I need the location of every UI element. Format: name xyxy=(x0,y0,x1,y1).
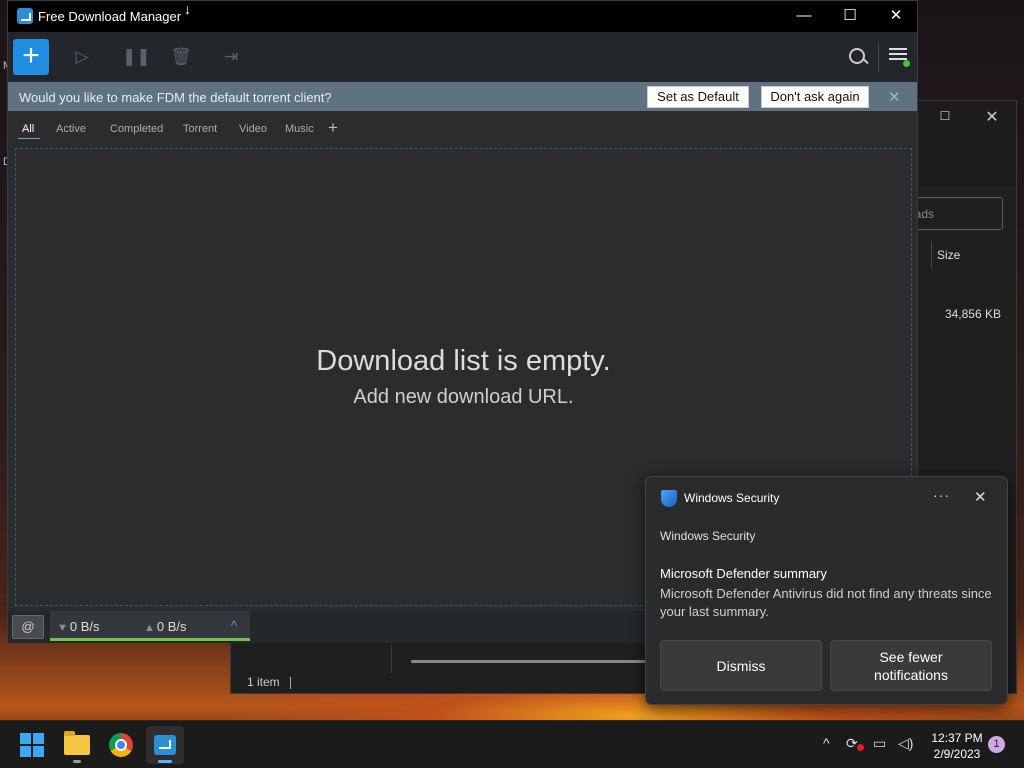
dont-ask-again-button[interactable]: Don't ask again xyxy=(761,86,869,108)
banner-message: Would you like to make FDM the default t… xyxy=(19,90,332,105)
tab-all[interactable]: All xyxy=(17,123,41,139)
banner-close-icon[interactable]: ✕ xyxy=(888,88,901,106)
tab-torrent[interactable]: Torrent xyxy=(183,123,217,135)
chrome-taskbar-button[interactable] xyxy=(102,726,140,764)
file-size-cell: 34,856 KB xyxy=(944,307,1001,321)
trash-icon[interactable]: 🗑 xyxy=(170,46,192,68)
column-header-size[interactable]: Size xyxy=(931,241,1007,269)
clock-date: 2/9/2023 xyxy=(933,747,981,761)
shield-icon xyxy=(661,490,677,507)
tab-video[interactable]: Video xyxy=(239,123,267,135)
default-client-banner: Would you like to make FDM the default t… xyxy=(8,82,917,111)
upload-arrow-icon: ▲ xyxy=(144,622,155,634)
chevron-up-icon[interactable]: ^ xyxy=(231,618,237,633)
upload-speed: ▲ 0 B/s xyxy=(144,619,187,634)
notification-heading: Microsoft Defender summary xyxy=(660,566,827,581)
mouse-cursor-icon: ↓ xyxy=(184,1,191,17)
speed-panel[interactable]: ▼ 0 B/s ▲ 0 B/s ^ xyxy=(50,611,250,641)
minimize-button[interactable]: — xyxy=(781,1,827,32)
download-speed: ▼ 0 B/s xyxy=(57,619,100,634)
notification-count-badge[interactable]: 1 xyxy=(988,736,1005,753)
sync-icon[interactable]: ⟳ xyxy=(846,735,858,752)
title-bar[interactable]: Free Download Manager ↓ — ☐ ✕ xyxy=(8,1,917,32)
start-button[interactable] xyxy=(13,726,51,764)
tab-music[interactable]: Music xyxy=(285,123,314,135)
window-title: Free Download Manager xyxy=(38,9,182,24)
empty-list-subtitle[interactable]: Add new download URL. xyxy=(16,386,911,409)
status-dot xyxy=(903,60,910,67)
explorer-status-bar: 1 item xyxy=(247,675,291,689)
snail-mode-icon[interactable]: @ xyxy=(12,615,44,639)
running-indicator xyxy=(73,760,81,763)
file-explorer-taskbar-button[interactable] xyxy=(58,726,96,764)
close-icon[interactable]: ✕ xyxy=(974,488,987,506)
pane-divider xyxy=(391,645,392,673)
toolbar: + ▷ ❚❚ 🗑 ⇥ xyxy=(8,32,917,82)
download-arrow-icon: ▼ xyxy=(57,622,68,634)
tab-active[interactable]: Active xyxy=(56,123,86,135)
chevron-up-icon[interactable]: ^ xyxy=(823,735,830,751)
speed-bar xyxy=(50,638,250,641)
dismiss-button[interactable]: Dismiss xyxy=(660,640,822,691)
chrome-icon xyxy=(109,733,133,757)
more-options-icon[interactable]: ··· xyxy=(933,487,950,503)
notification-body: Microsoft Defender Antivirus did not fin… xyxy=(660,586,992,619)
toolbar-separator xyxy=(878,42,879,72)
close-button[interactable]: ✕ xyxy=(873,1,919,32)
taskbar: ^ ⟳ ▭ ◁) 12:37 PM 2/9/2023 1 xyxy=(0,720,1024,768)
see-fewer-notifications-button[interactable]: See fewer notifications xyxy=(830,640,992,691)
menu-icon[interactable] xyxy=(889,48,910,67)
fdm-taskbar-button[interactable] xyxy=(146,726,184,764)
upload-speed-value: 0 B/s xyxy=(156,619,187,634)
see-fewer-label-line1: See fewer xyxy=(879,648,943,665)
notification-app-name: Windows Security xyxy=(684,491,780,505)
add-download-button[interactable]: + xyxy=(13,39,49,75)
search-icon[interactable] xyxy=(847,46,869,68)
fdm-icon xyxy=(154,735,176,755)
tab-completed[interactable]: Completed xyxy=(110,123,163,135)
clock-time: 12:37 PM xyxy=(931,731,983,745)
network-icon[interactable]: ▭ xyxy=(873,735,886,752)
move-folder-icon[interactable]: ⇥ xyxy=(220,46,242,68)
item-count: 1 item xyxy=(247,675,280,689)
play-icon[interactable]: ▷ xyxy=(71,46,93,68)
pause-icon[interactable]: ❚❚ xyxy=(122,46,151,68)
status-separator xyxy=(289,676,291,689)
maximize-button[interactable]: ☐ xyxy=(827,1,873,32)
clock[interactable]: 12:37 PM 2/9/2023 xyxy=(922,730,992,762)
set-as-default-button[interactable]: Set as Default xyxy=(647,86,749,108)
folder-icon xyxy=(64,731,90,755)
download-speed-value: 0 B/s xyxy=(69,619,100,634)
see-fewer-label-line2: notifications xyxy=(874,666,948,683)
windows-logo-icon xyxy=(20,733,44,757)
windows-security-notification: Windows Security ··· ✕ Windows Security … xyxy=(645,476,1008,705)
alert-dot xyxy=(857,744,864,751)
close-button[interactable]: ✕ xyxy=(983,107,1001,126)
active-indicator xyxy=(158,760,172,763)
empty-list-title: Download list is empty. xyxy=(316,345,611,377)
add-tab-icon[interactable]: + xyxy=(328,118,338,138)
notification-source: Windows Security xyxy=(660,529,756,543)
maximize-button[interactable]: ☐ xyxy=(938,109,952,123)
volume-icon[interactable]: ◁) xyxy=(898,735,913,752)
fdm-app-icon xyxy=(17,8,33,24)
filter-tabs: All Active Completed Torrent Video Music… xyxy=(8,111,917,145)
